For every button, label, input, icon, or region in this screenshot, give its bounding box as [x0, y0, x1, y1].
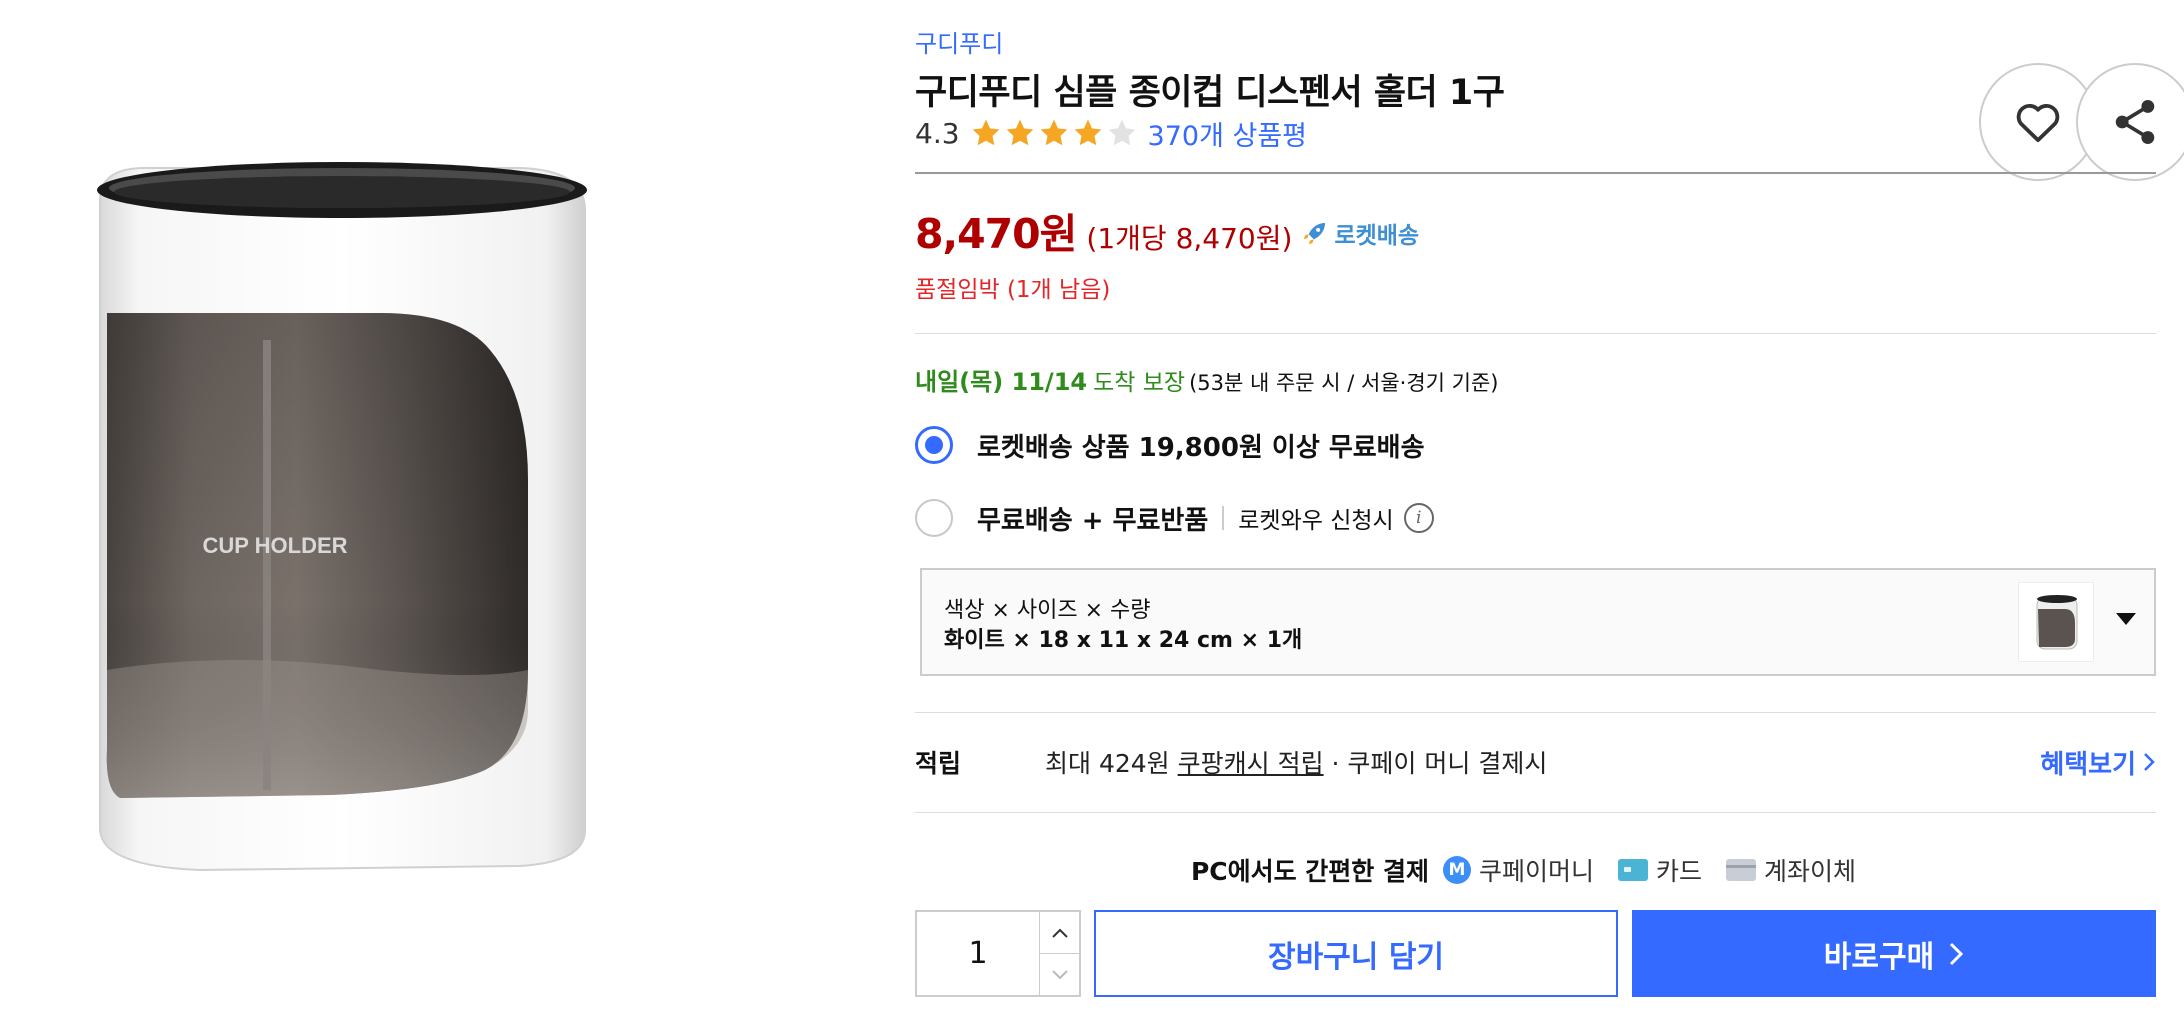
star-icon — [1006, 119, 1033, 146]
shipping-option-free-return[interactable]: 무료배송 + 무료반품 로켓와우 신청시 i — [915, 499, 1434, 537]
delivery-condition: (53분 내 주문 시 / 서울·경기 기준) — [1189, 371, 1499, 395]
delivery-guarantee: 도착 보장 — [1093, 370, 1186, 396]
brand-link[interactable]: 구디푸디 — [915, 24, 1003, 59]
quantity-increase-button[interactable] — [1040, 912, 1079, 953]
divider — [915, 812, 2156, 813]
info-icon[interactable]: i — [1403, 503, 1434, 533]
chevron-down-icon — [2116, 613, 2136, 625]
payment-method-label: 쿠페이머니 — [1479, 857, 1595, 886]
share-button[interactable] — [2076, 63, 2184, 181]
reward-prefix: 최대 424원 — [1045, 749, 1170, 778]
quantity-input[interactable] — [917, 912, 1039, 995]
coupang-cash-link[interactable]: 쿠팡캐시 적립 — [1178, 749, 1324, 778]
reward-suffix: · 쿠페이 머니 결제시 — [1331, 749, 1548, 778]
benefit-link-label: 혜택보기 — [2040, 749, 2136, 780]
rating-stars — [970, 117, 1138, 149]
payment-method-label: 계좌이체 — [1764, 857, 1857, 886]
star-icon — [1074, 119, 1101, 146]
buy-now-button[interactable]: 바로구매 — [1632, 910, 2156, 997]
add-to-cart-button[interactable]: 장바구니 담기 — [1094, 910, 1618, 997]
payment-card: 카드 — [1618, 852, 1702, 888]
divider — [915, 712, 2156, 713]
rating-score: 4.3 — [915, 116, 960, 150]
product-image: CUP HOLDER — [80, 150, 640, 910]
unit-price: (1개당 8,470원) — [1086, 222, 1293, 255]
payment-method-label: 카드 — [1656, 857, 1703, 886]
quantity-decrease-button[interactable] — [1040, 953, 1079, 995]
review-count-link[interactable]: 370개 상품평 — [1148, 114, 1307, 153]
shipping-option-label: 무료배송 + 무료반품 — [977, 505, 1209, 536]
card-icon — [1618, 859, 1649, 881]
option-label: 색상 × 사이즈 × 수량 — [944, 598, 1151, 623]
divider — [915, 333, 2156, 334]
star-empty-icon — [1108, 119, 1135, 146]
heart-icon — [2016, 104, 2060, 143]
bank-transfer-icon — [1726, 859, 1757, 881]
option-value: 화이트 × 18 x 11 x 24 cm × 1개 — [944, 628, 1303, 653]
shipping-option-label: 로켓배송 상품 19,800원 이상 무료배송 — [977, 432, 1425, 463]
separator — [1222, 506, 1225, 530]
buy-now-label: 바로구매 — [1823, 939, 1935, 975]
radio-checked[interactable] — [915, 426, 953, 464]
share-icon — [2115, 100, 2155, 144]
radio-unchecked[interactable] — [915, 499, 953, 537]
chevron-down-icon — [1051, 969, 1068, 979]
reward-text: 최대 424원 쿠팡캐시 적립 · 쿠페이 머니 결제시 — [1045, 744, 1547, 780]
shipping-option-rocket[interactable]: 로켓배송 상품 19,800원 이상 무료배송 — [915, 426, 1425, 464]
product-title: 구디푸디 심플 종이컵 디스펜서 홀더 1구 — [915, 73, 1505, 113]
payment-methods: PC에서도 간편한 결제 M 쿠페이머니 카드 계좌이체 — [915, 852, 2156, 888]
divider — [915, 172, 2156, 174]
payment-title: PC에서도 간편한 결제 — [1190, 857, 1430, 886]
reward-title: 적립 — [915, 749, 962, 778]
shipping-option-sub: 로켓와우 신청시 — [1238, 508, 1394, 534]
rocket-label: 로켓배송 — [1334, 223, 1420, 249]
stock-notice: 품절임박 (1개 남음) — [915, 277, 1111, 303]
chevron-up-icon — [1051, 928, 1068, 938]
delivery-info: 내일(목) 11/14 도착 보장 (53분 내 주문 시 / 서울·경기 기준… — [915, 362, 1499, 397]
star-icon — [1040, 119, 1067, 146]
benefit-link[interactable]: 혜택보기 — [2040, 744, 2156, 781]
product-image-label: CUP HOLDER — [202, 533, 347, 558]
chevron-right-icon — [1950, 942, 1964, 965]
delivery-date: 내일(목) 11/14 — [915, 368, 1088, 396]
coupay-money-icon: M — [1443, 856, 1472, 884]
rocket-delivery-badge: 로켓배송 — [1300, 216, 1419, 250]
reward-row: 적립 최대 424원 쿠팡캐시 적립 · 쿠페이 머니 결제시 혜택보기 — [915, 742, 2156, 782]
star-icon — [972, 119, 999, 146]
payment-coupay-money: M 쿠페이머니 — [1443, 852, 1594, 888]
rocket-icon — [1304, 223, 1326, 245]
price-row: 8,470원 (1개당 8,470원) 로켓배송 — [915, 200, 1419, 258]
option-select[interactable]: 색상 × 사이즈 × 수량 화이트 × 18 x 11 x 24 cm × 1개 — [920, 568, 2156, 676]
option-thumbnail — [2018, 582, 2094, 662]
sale-price: 8,470원 — [915, 210, 1077, 258]
quantity-steps — [1039, 912, 1079, 995]
rating-row: 4.3 370개 상품평 — [915, 114, 1307, 153]
quantity-stepper — [915, 910, 1081, 997]
payment-bank-transfer: 계좌이체 — [1726, 852, 1856, 888]
chevron-right-icon — [2144, 753, 2155, 771]
